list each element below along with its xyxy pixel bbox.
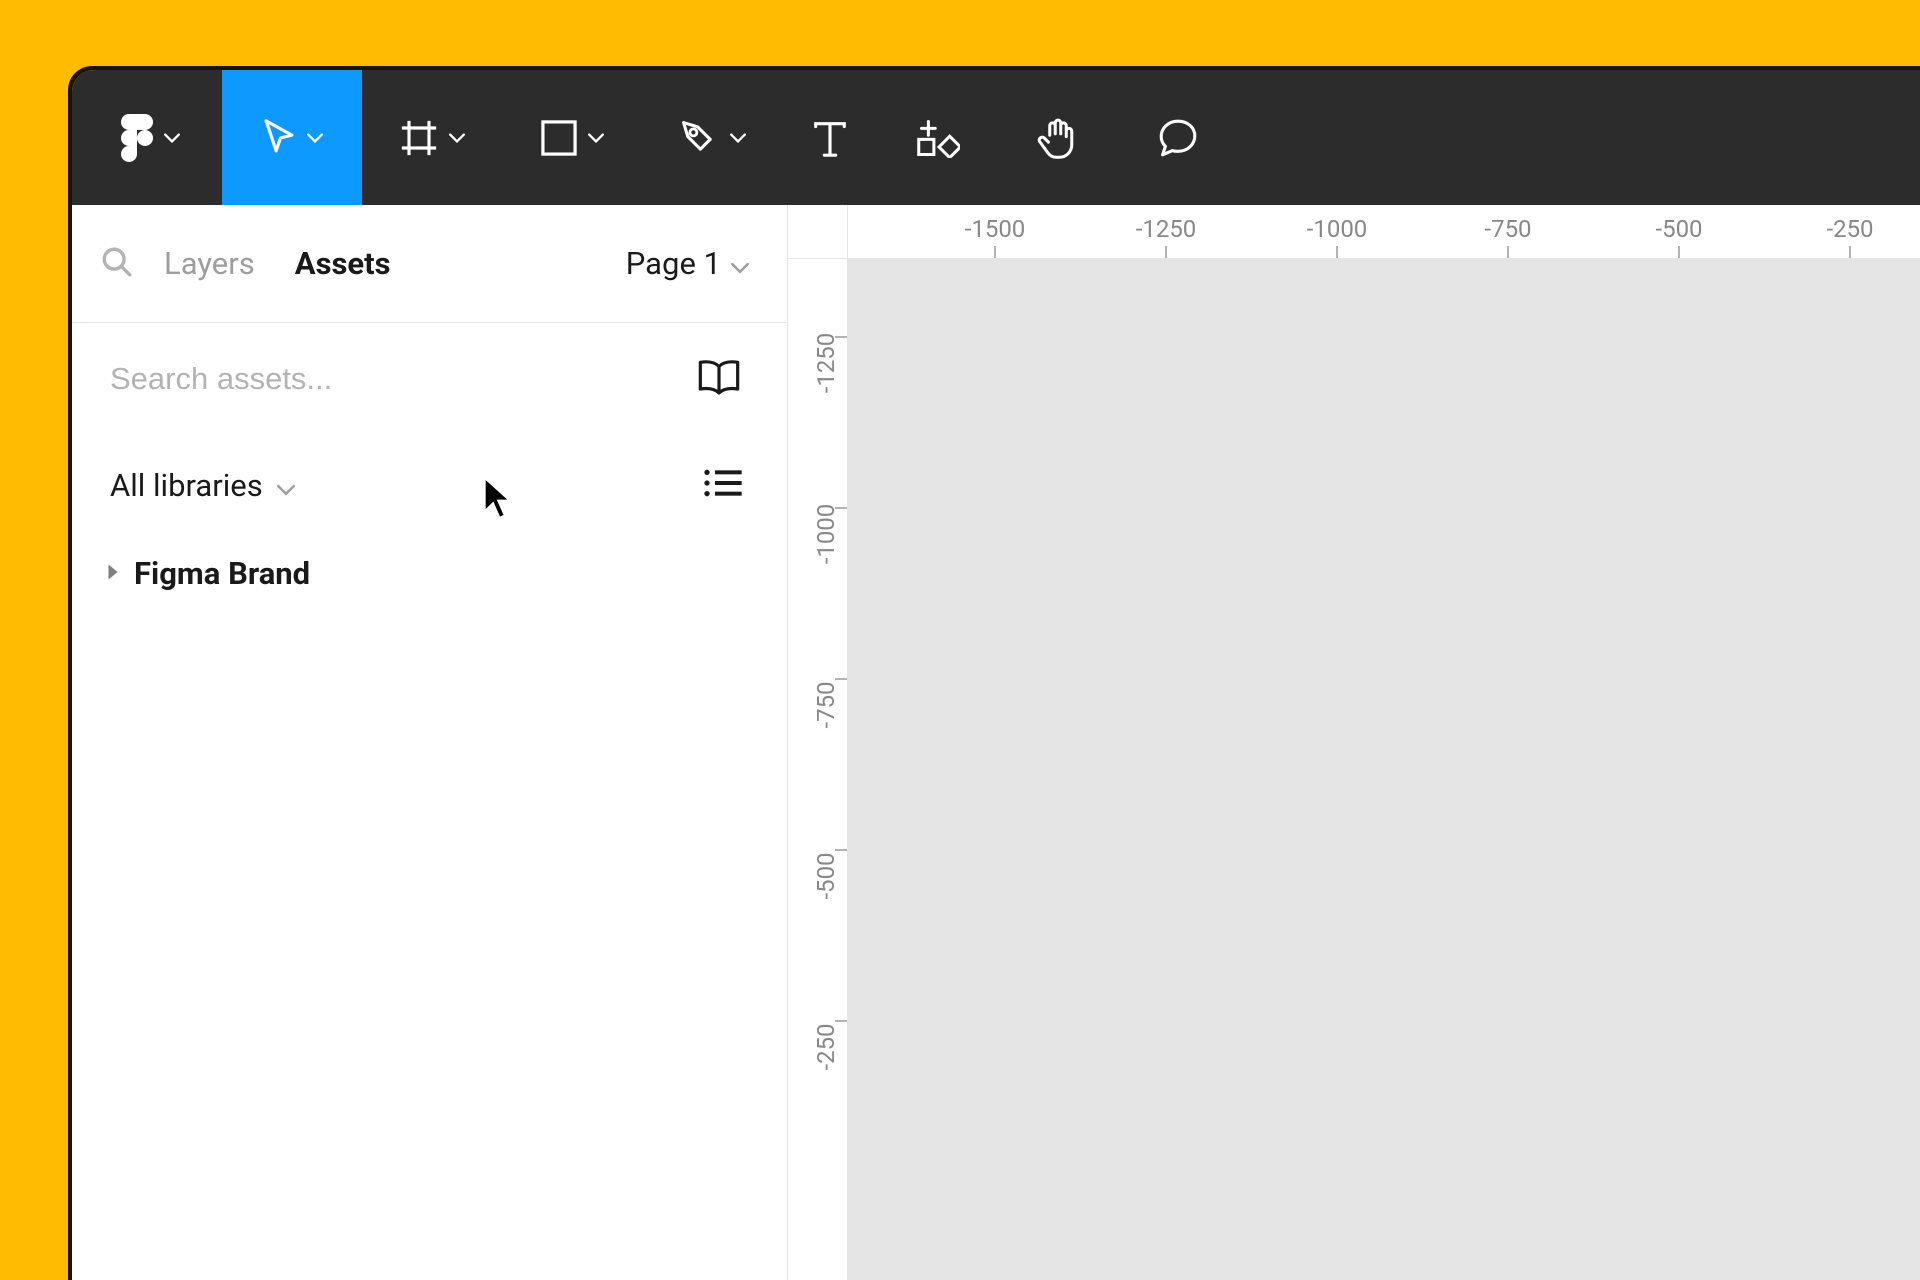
chevron-down-icon: [164, 133, 180, 143]
figma-menu-button[interactable]: [72, 70, 222, 205]
figma-logo-icon: [120, 114, 154, 162]
hand-tool-button[interactable]: [998, 70, 1118, 205]
comment-tool-button[interactable]: [1118, 70, 1238, 205]
ruler-tick: [1849, 246, 1851, 258]
ruler-tick: [1336, 246, 1338, 258]
ruler-tick: [1678, 246, 1680, 258]
chevron-down-icon: [307, 133, 323, 143]
libraries-row: All libraries: [72, 435, 787, 535]
ruler-tick: [835, 678, 847, 680]
ruler-tick: [835, 507, 847, 509]
tabs-row: Layers Assets Page 1: [72, 205, 787, 323]
rectangle-icon: [540, 119, 578, 157]
shape-tool-button[interactable]: [502, 70, 642, 205]
resources-button[interactable]: [878, 70, 998, 205]
search-icon[interactable]: [100, 245, 134, 283]
ruler-tick: [994, 246, 996, 258]
background-frame: Layers Assets Page 1: [0, 0, 1920, 1280]
frame-tool-button[interactable]: [362, 70, 502, 205]
ruler-label: -250: [812, 1023, 840, 1070]
tree-item-label: Figma Brand: [134, 555, 310, 592]
app-window: Layers Assets Page 1: [72, 70, 1920, 1280]
pen-tool-button[interactable]: [642, 70, 782, 205]
ruler-label: -500: [812, 852, 840, 899]
canvas-wrap: -1500 -1250 -1000 -750 -500 -250 -1250 -1000 -7…: [788, 205, 1920, 1280]
text-tool-button[interactable]: [782, 70, 878, 205]
text-tool-icon: [810, 118, 850, 158]
chevron-down-icon: [588, 133, 604, 143]
chevron-down-icon: [731, 245, 749, 282]
libraries-selector-label: All libraries: [110, 467, 263, 504]
resources-icon: [916, 118, 960, 158]
chevron-down-icon: [449, 133, 465, 143]
ruler-label: -750: [1484, 215, 1531, 243]
ruler-label: -1250: [812, 333, 840, 394]
tree-item-figma-brand[interactable]: Figma Brand: [72, 535, 787, 612]
ruler-label: -1000: [812, 504, 840, 565]
canvas[interactable]: [848, 259, 1920, 1280]
ruler-tick: [1165, 246, 1167, 258]
ruler-label: -1250: [1136, 215, 1197, 243]
caret-right-icon: [106, 563, 120, 585]
move-tool-icon: [261, 118, 297, 158]
ruler-label: -1000: [1307, 215, 1368, 243]
list-view-button[interactable]: [703, 466, 743, 504]
ruler-tick: [835, 336, 847, 338]
chevron-down-icon: [277, 467, 295, 504]
move-tool-button[interactable]: [222, 70, 362, 205]
ruler-tick: [835, 849, 847, 851]
search-assets-row: [72, 323, 787, 435]
frame-tool-icon: [399, 118, 439, 158]
ruler-horizontal: -1500 -1250 -1000 -750 -500 -250: [848, 205, 1920, 259]
ruler-label: -1500: [965, 215, 1026, 243]
page-selector-label: Page 1: [626, 245, 721, 282]
ruler-corner: [788, 205, 848, 259]
ruler-tick: [835, 1020, 847, 1022]
ruler-label: -500: [1655, 215, 1702, 243]
tab-assets[interactable]: Assets: [295, 245, 391, 282]
libraries-book-icon[interactable]: [695, 357, 743, 401]
ruler-vertical: -1250 -1000 -750 -500 -250: [788, 205, 848, 1280]
toolbar: [72, 70, 1920, 205]
search-assets-input[interactable]: [110, 361, 695, 397]
page-selector[interactable]: Page 1: [626, 245, 759, 282]
ruler-label: -750: [812, 681, 840, 728]
pen-tool-icon: [678, 117, 720, 159]
ruler-tick: [1507, 246, 1509, 258]
libraries-selector[interactable]: All libraries: [110, 467, 295, 504]
panels: Layers Assets Page 1: [72, 205, 1920, 1280]
left-panel: Layers Assets Page 1: [72, 205, 788, 1280]
comment-icon: [1157, 117, 1199, 159]
tab-layers[interactable]: Layers: [164, 245, 255, 282]
ruler-label: -250: [1826, 215, 1873, 243]
hand-tool-icon: [1037, 116, 1079, 160]
chevron-down-icon: [730, 133, 746, 143]
